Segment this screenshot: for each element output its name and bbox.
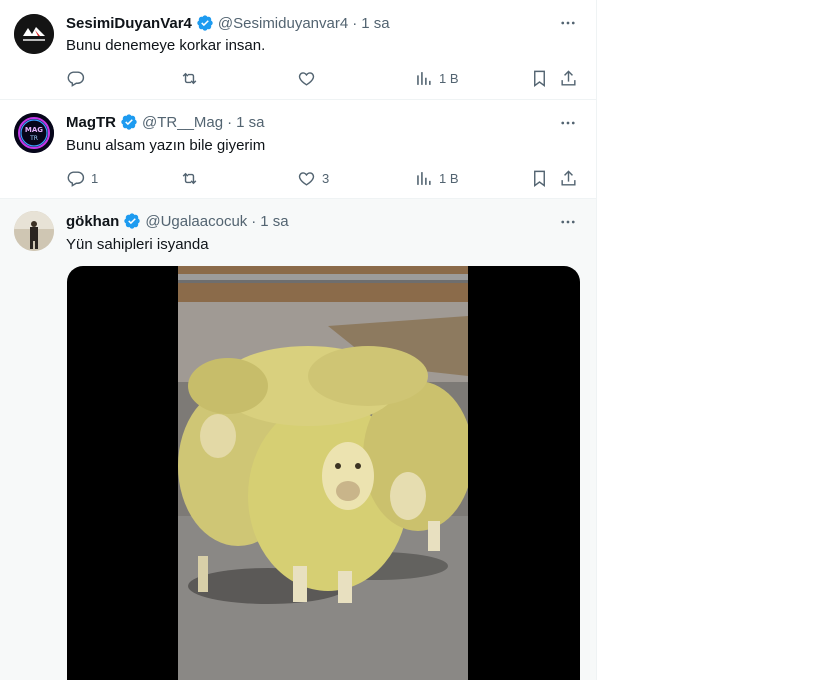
bookmark-icon (534, 70, 545, 87)
timeline: SesimiDuyanVar4 @Sesimiduyanvar4 · 1 sa … (0, 0, 597, 680)
reply-icon (67, 170, 85, 187)
bookmark-icon (534, 170, 545, 187)
verified-badge-icon (197, 15, 213, 31)
separator-dot: · (227, 113, 233, 131)
avatar-image (14, 14, 54, 54)
share-button[interactable] (559, 167, 578, 189)
share-icon (561, 169, 576, 186)
separator-dot: · (352, 14, 358, 32)
action-bar: 1 3 1 B (62, 167, 582, 189)
tweet-header: gökhan @Ugalaacocuk · 1 sa (66, 211, 289, 231)
reply-button[interactable]: 1 (66, 167, 98, 189)
avatar-text-bottom: TR (29, 135, 38, 142)
retweet-icon (182, 172, 197, 184)
reply-icon (67, 70, 85, 87)
tweet-text: Bunu denemeye korkar insan. (66, 37, 266, 54)
more-icon[interactable] (558, 13, 578, 33)
tweet[interactable]: SesimiDuyanVar4 @Sesimiduyanvar4 · 1 sa … (0, 0, 596, 100)
tweet-header: SesimiDuyanVar4 @Sesimiduyanvar4 · 1 sa (66, 13, 390, 33)
like-icon (298, 71, 315, 86)
views-icon (417, 171, 431, 185)
tweet-text: Yün sahipleri isyanda (66, 236, 209, 253)
views-count: 1 B (439, 170, 459, 186)
display-name[interactable]: gökhan (66, 213, 119, 230)
timestamp[interactable]: 1 sa (361, 15, 389, 32)
views-button[interactable]: 1 B (414, 167, 459, 189)
handle[interactable]: @Sesimiduyanvar4 (218, 15, 348, 32)
avatar-text-top: MAG (25, 126, 43, 134)
video-thumbnail-image (178, 266, 468, 680)
verified-badge-icon (121, 114, 137, 130)
retweet-button[interactable] (180, 67, 205, 89)
views-button[interactable]: 1 B (414, 67, 459, 89)
video-thumbnail (178, 266, 468, 680)
bookmark-button[interactable] (530, 67, 549, 89)
avatar[interactable] (14, 211, 54, 251)
more-icon[interactable] (558, 212, 578, 232)
retweet-icon (182, 72, 197, 84)
views-count: 1 B (439, 70, 459, 86)
like-count: 3 (322, 170, 330, 186)
timestamp[interactable]: 1 sa (236, 114, 264, 131)
display-name[interactable]: SesimiDuyanVar4 (66, 15, 192, 32)
like-button[interactable] (297, 67, 322, 89)
avatar-image (14, 211, 54, 251)
avatar[interactable] (14, 14, 54, 54)
handle[interactable]: @TR__Mag (142, 114, 223, 131)
handle[interactable]: @Ugalaacocuk (145, 213, 247, 230)
bookmark-button[interactable] (530, 167, 549, 189)
reply-button[interactable] (66, 67, 91, 89)
tweet[interactable]: MAG TR MagTR @TR__Mag · 1 sa Bunu alsam … (0, 100, 596, 199)
retweet-button[interactable] (180, 167, 205, 189)
more-icon[interactable] (558, 113, 578, 133)
action-bar: 1 B (62, 67, 582, 89)
views-icon (417, 71, 431, 85)
timestamp[interactable]: 1 sa (260, 213, 288, 230)
avatar-image: MAG TR (14, 113, 54, 153)
share-button[interactable] (559, 67, 578, 89)
separator-dot: · (251, 212, 257, 230)
verified-badge-icon (124, 213, 141, 229)
tweet-header: MagTR @TR__Mag · 1 sa (66, 112, 264, 132)
like-button[interactable]: 3 (297, 167, 329, 189)
share-icon (561, 69, 576, 86)
video-player[interactable] (67, 266, 580, 680)
like-icon (298, 171, 315, 186)
tweet[interactable]: gökhan @Ugalaacocuk · 1 sa Yün sahipleri… (0, 199, 596, 680)
reply-count: 1 (91, 170, 99, 186)
tweet-text: Bunu alsam yazın bile giyerim (66, 137, 266, 154)
display-name[interactable]: MagTR (66, 114, 116, 131)
avatar[interactable]: MAG TR (14, 113, 54, 153)
